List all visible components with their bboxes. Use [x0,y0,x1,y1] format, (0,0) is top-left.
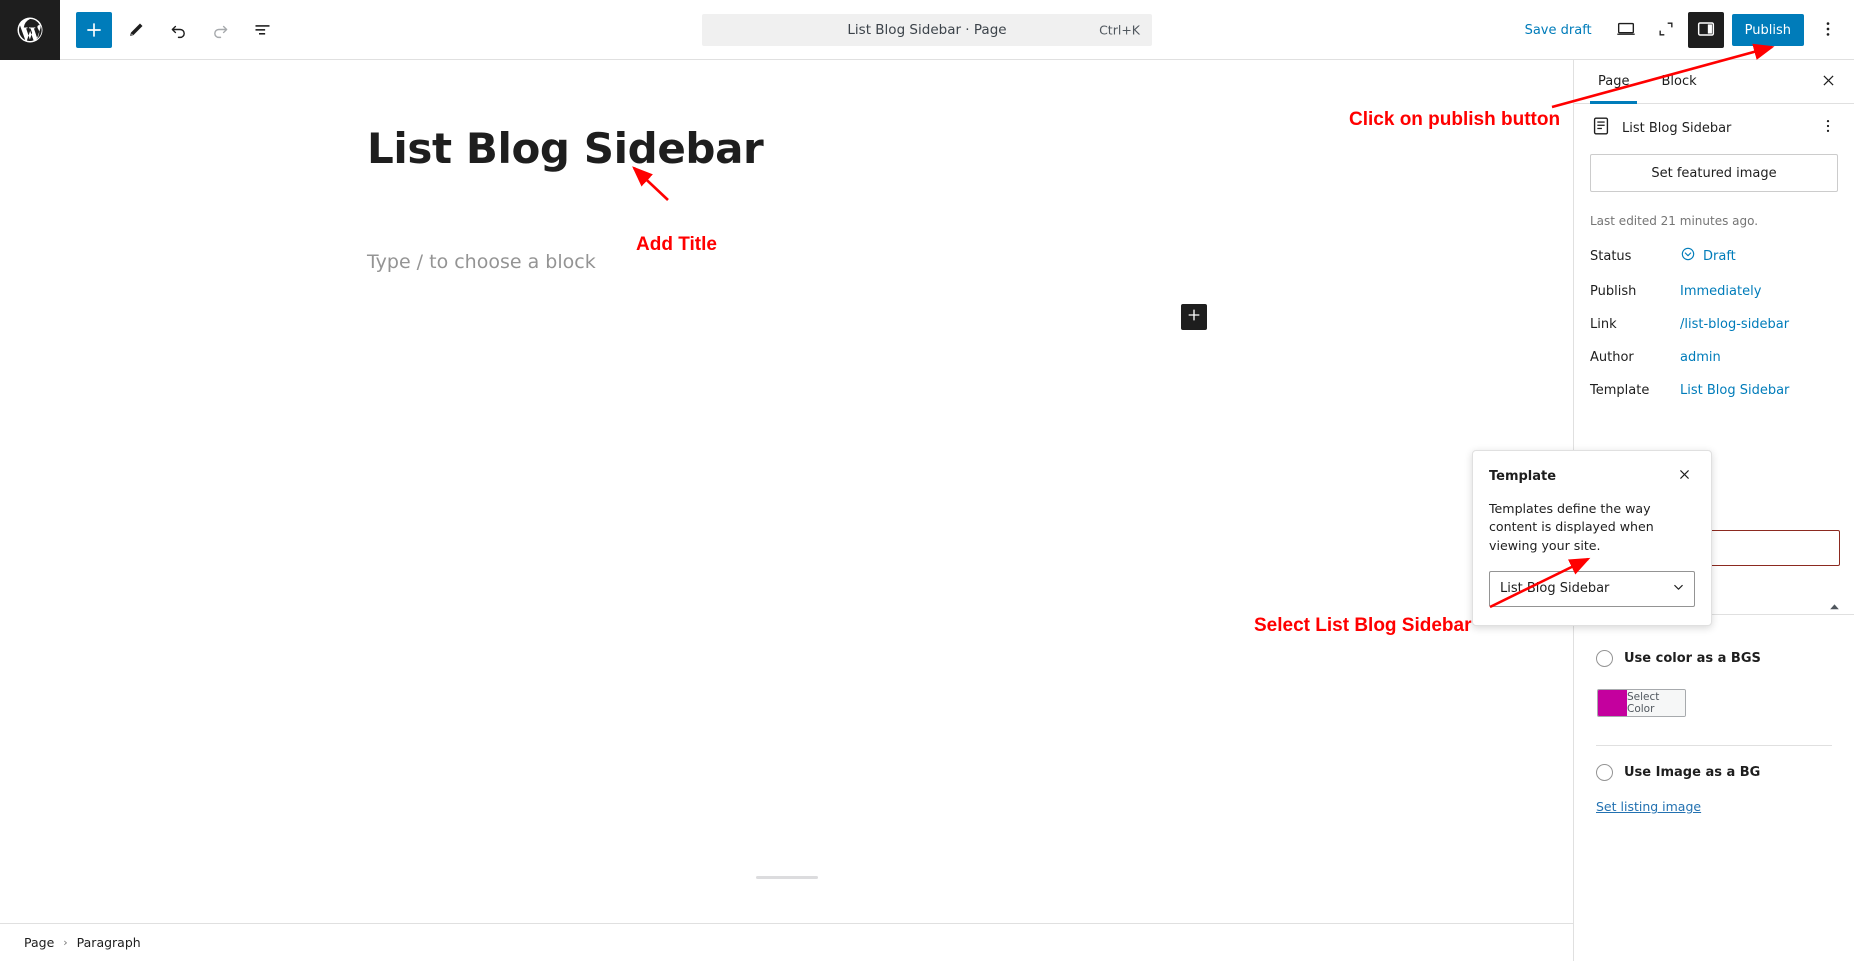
use-image-bg-option[interactable]: Use Image as a BG [1596,764,1832,781]
status-badge[interactable]: Draft [1680,246,1736,266]
set-listing-image-link[interactable]: Set listing image [1596,799,1701,814]
wordpress-logo-icon[interactable] [0,0,60,60]
canvas-resize-handle[interactable] [755,876,818,879]
link-row: Link /list-blog-sidebar [1590,317,1838,332]
top-bar-right-actions: Save draft Publish [1513,0,1846,60]
radio-use-image[interactable] [1596,764,1613,781]
publish-button[interactable]: Publish [1731,14,1804,46]
publish-date-value[interactable]: Immediately [1680,284,1761,299]
document-summary-row: List Blog Sidebar [1574,104,1854,152]
publish-label: Publish [1590,284,1637,299]
template-label: Template [1590,383,1650,398]
breadcrumb-item-paragraph[interactable]: Paragraph [77,935,141,950]
edit-tool-button[interactable] [118,12,154,48]
page-document-icon [1590,115,1612,141]
fullscreen-button[interactable] [1648,12,1684,48]
editor-top-bar: List Blog Sidebar · Page Ctrl+K Save dra… [0,0,1854,60]
document-overview-button[interactable] [244,12,280,48]
close-sidebar-button[interactable] [1810,64,1846,100]
template-row: Template List Blog Sidebar [1590,383,1838,398]
kebab-menu-icon [1819,117,1837,139]
settings-sidebar: Page Block List Blog Sidebar Set feature… [1472,60,1854,961]
template-popover-title: Template [1489,468,1557,484]
close-icon [1820,72,1837,92]
status-row: Status Draft [1590,246,1838,266]
custom-meta-panel: Use color as a BGS Select Color Use Imag… [1574,632,1854,815]
use-color-bg-option[interactable]: Use color as a BGS [1596,650,1832,667]
template-value[interactable]: List Blog Sidebar [1680,383,1789,398]
set-featured-image-button[interactable]: Set featured image [1590,154,1838,192]
sidebar-tabs: Page Block [1574,60,1854,104]
last-edited-text: Last edited 21 minutes ago. [1590,214,1759,228]
plus-icon [84,20,104,40]
link-value[interactable]: /list-blog-sidebar [1680,317,1789,332]
command-bar-shortcut: Ctrl+K [1099,22,1140,38]
block-inserter-toggle-button[interactable] [76,11,112,48]
color-picker-control[interactable]: Select Color [1597,689,1686,717]
tab-block[interactable]: Block [1645,60,1712,103]
sidebar-page-panel: Set featured image Last edited 21 minute… [1574,152,1854,398]
author-label: Author [1590,350,1634,365]
breadcrumb: Page › Paragraph [0,923,1573,961]
post-title[interactable]: List Blog Sidebar [367,125,764,172]
kebab-menu-icon [1818,19,1838,42]
draft-status-icon [1680,246,1696,266]
paragraph-block-placeholder[interactable]: Type / to choose a block [367,248,596,277]
plus-icon [1186,307,1202,327]
chevron-down-icon [1671,579,1686,598]
expand-icon [1656,19,1676,42]
editor-options-button[interactable] [1810,12,1846,48]
document-actions-button[interactable] [1814,114,1842,142]
use-image-label: Use Image as a BG [1624,765,1761,780]
undo-button[interactable] [160,12,196,48]
template-popover-header: Template [1489,465,1695,487]
use-color-label: Use color as a BGS [1624,651,1761,666]
select-color-label[interactable]: Select Color [1627,690,1685,716]
editor-tools [76,11,280,48]
list-view-icon [252,19,273,40]
document-name: List Blog Sidebar [1622,120,1732,136]
pencil-icon [126,20,146,40]
chevron-right-icon: › [63,936,68,949]
command-bar-title: List Blog Sidebar · Page [847,22,1007,38]
template-popover: Template Templates define the way conten… [1472,450,1712,626]
status-label: Status [1590,248,1632,264]
section-divider [1596,745,1832,746]
template-select[interactable]: List Blog Sidebar [1489,570,1695,607]
author-row: Author admin [1590,350,1838,365]
radio-use-color[interactable] [1596,650,1613,667]
settings-sidebar-toggle-button[interactable] [1687,12,1724,48]
settings-panel-icon [1695,18,1717,43]
wordpress-block-editor: List Blog Sidebar · Page Ctrl+K Save dra… [0,0,1854,961]
status-value: Draft [1703,248,1736,264]
redo-button[interactable] [202,12,238,48]
breadcrumb-item-page[interactable]: Page [24,935,54,950]
close-template-popover-button[interactable] [1673,465,1695,487]
template-popover-description: Templates define the way content is disp… [1489,501,1654,553]
color-swatch[interactable] [1598,690,1627,716]
preview-button[interactable] [1608,12,1644,48]
author-value[interactable]: admin [1680,350,1721,365]
undo-arrow-icon [168,19,189,40]
tab-page[interactable]: Page [1582,60,1645,104]
close-icon [1677,467,1692,486]
save-draft-button[interactable]: Save draft [1513,15,1604,46]
command-center-bar[interactable]: List Blog Sidebar · Page Ctrl+K [702,14,1152,46]
publish-row: Publish Immediately [1590,284,1838,299]
redo-arrow-icon [210,19,231,40]
inline-block-inserter-button[interactable] [1181,304,1207,330]
editor-canvas[interactable]: List Blog Sidebar Type / to choose a blo… [0,60,1573,921]
desktop-preview-icon [1615,18,1637,43]
link-label: Link [1590,317,1617,332]
template-select-value: List Blog Sidebar [1500,581,1610,597]
